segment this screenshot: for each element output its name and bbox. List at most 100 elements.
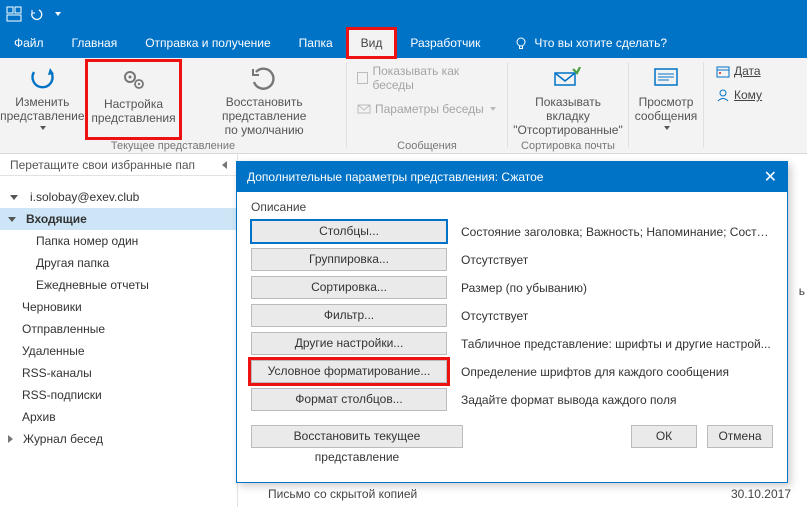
tab-sendreceive[interactable]: Отправка и получение <box>131 28 284 58</box>
tell-me-label: Что вы хотите сделать? <box>534 28 667 58</box>
tab-file[interactable]: Файл <box>0 28 58 58</box>
arrange-by-to-button[interactable]: Кому <box>712 86 766 104</box>
dialog-option-button[interactable]: Формат столбцов... <box>251 388 447 411</box>
folder-label: Черновики <box>22 300 82 314</box>
person-icon <box>716 88 730 102</box>
folder-label: Папка номер один <box>36 234 138 248</box>
dialog-option-row: Другие настройки... Табличное представлен… <box>251 332 773 355</box>
conversation-icon <box>357 102 371 116</box>
folder-item[interactable]: Черновики <box>0 296 237 318</box>
folder-item[interactable]: Журнал бесед <box>0 428 237 450</box>
dialog-option-row: Фильтр... Отсутствует <box>251 304 773 327</box>
caret-open-icon <box>10 195 18 200</box>
gear-icon <box>117 64 149 96</box>
qat-dropdown-icon[interactable] <box>50 6 66 22</box>
folder-label: Архив <box>22 410 56 424</box>
show-focused-tab-button[interactable]: Показывать вкладку "Отсортированные" <box>513 62 622 137</box>
folder-label: Другая папка <box>36 256 109 270</box>
dialog-option-button[interactable]: Фильтр... <box>251 304 447 327</box>
advanced-view-settings-dialog: Дополнительные параметры представления: … <box>236 161 788 483</box>
dialog-option-desc: Задайте формат вывода каждого поля <box>461 393 773 407</box>
favorites-bar[interactable]: Перетащите свои избранные пап <box>0 154 237 176</box>
dialog-option-button[interactable]: Столбцы... <box>251 220 447 243</box>
cancel-button[interactable]: Отмена <box>707 425 773 448</box>
chevron-left-icon[interactable] <box>222 161 227 169</box>
ok-button[interactable]: ОК <box>631 425 697 448</box>
dialog-option-desc: Табличное представление: шрифты и другие… <box>461 337 773 351</box>
folder-item[interactable]: RSS-подписки <box>0 384 237 406</box>
caret-open-icon <box>8 217 16 222</box>
tab-home[interactable]: Главная <box>58 28 132 58</box>
ribbon-tabs: Файл Главная Отправка и получение Папка … <box>0 28 807 58</box>
reset-view-icon <box>248 62 280 94</box>
message-date: 30.10.2017 <box>731 487 791 501</box>
group-label-messages: Сообщения <box>347 140 507 152</box>
dialog-option-desc: Отсутствует <box>461 253 773 267</box>
restore-view-button[interactable]: Восстановить текущее представление <box>251 425 463 448</box>
change-view-button[interactable]: Изменить представление <box>1 62 84 137</box>
folder-item[interactable]: Другая папка <box>0 252 237 274</box>
conversation-settings-button: Параметры беседы <box>353 100 500 118</box>
reset-view-button[interactable]: Восстановить представление по умолчанию <box>183 62 345 137</box>
dialog-option-desc: Определение шрифтов для каждого сообщени… <box>461 365 773 379</box>
folder-item[interactable]: Удаленные <box>0 340 237 362</box>
folder-item[interactable]: Входящие <box>0 208 237 230</box>
dialog-option-row: Группировка... Отсутствует <box>251 248 773 271</box>
folder-label: Журнал бесед <box>23 432 103 446</box>
message-preview-button[interactable]: Просмотр сообщения <box>630 62 702 130</box>
close-icon[interactable]: ✕ <box>764 167 777 187</box>
folder-item[interactable]: Отправленные <box>0 318 237 340</box>
folder-item[interactable]: Папка номер один <box>0 230 237 252</box>
tab-folder[interactable]: Папка <box>285 28 347 58</box>
folder-label: RSS-каналы <box>22 366 92 380</box>
checkbox-icon <box>357 72 368 84</box>
dialog-option-row: Сортировка... Размер (по убыванию) <box>251 276 773 299</box>
chevron-down-icon <box>40 126 46 130</box>
message-row[interactable]: Письмо со скрытой копией 30.10.2017 <box>268 487 791 501</box>
group-label-current-view: Текущее представление <box>0 140 346 152</box>
group-label-sort: Сортировка почты <box>508 140 628 152</box>
dialog-option-button[interactable]: Другие настройки... <box>251 332 447 355</box>
folder-pane: Перетащите свои избранные пап i.solobay@… <box>0 154 238 507</box>
dialog-option-button[interactable]: Группировка... <box>251 248 447 271</box>
dialog-option-desc: Состояние заголовка; Важность; Напоминан… <box>461 225 773 239</box>
chevron-down-icon <box>664 126 670 130</box>
view-settings-button[interactable]: Настройка представления <box>88 62 179 137</box>
dialog-option-row: Столбцы... Состояние заголовка; Важность;… <box>251 220 773 243</box>
undo-icon[interactable] <box>28 6 44 22</box>
truncated-text: ь <box>799 284 805 298</box>
bulb-icon <box>514 36 528 50</box>
folder-label: Входящие <box>26 212 87 226</box>
dialog-option-desc: Размер (по убыванию) <box>461 281 773 295</box>
preview-icon <box>650 62 682 94</box>
dialog-option-button[interactable]: Сортировка... <box>251 276 447 299</box>
app-icon <box>6 6 22 22</box>
focused-icon <box>552 62 584 94</box>
dialog-option-row: Условное форматирование... Определение шр… <box>251 360 773 383</box>
tab-view[interactable]: Вид <box>347 28 397 58</box>
quick-access-toolbar <box>0 0 807 28</box>
change-view-icon <box>26 62 58 94</box>
tell-me[interactable]: Что вы хотите сделать? <box>500 28 681 58</box>
ribbon: Изменить представление Настройка предста… <box>0 58 807 154</box>
chevron-down-icon <box>490 107 496 111</box>
folder-item[interactable]: Архив <box>0 406 237 428</box>
caret-closed-icon <box>8 435 13 443</box>
dialog-title: Дополнительные параметры представления: … <box>247 170 543 184</box>
folder-label: RSS-подписки <box>22 388 102 402</box>
folder-item[interactable]: Ежедневные отчеты <box>0 274 237 296</box>
folder-label: Отправленные <box>22 322 105 336</box>
account-header[interactable]: i.solobay@exev.club <box>0 186 237 208</box>
message-subject: Письмо со скрытой копией <box>268 487 417 501</box>
tab-developer[interactable]: Разработчик <box>396 28 494 58</box>
section-label: Описание <box>251 200 773 214</box>
arrange-by-date-button[interactable]: Дата <box>712 62 765 80</box>
dialog-option-desc: Отсутствует <box>461 309 773 323</box>
show-as-conversations-checkbox: Показывать как беседы <box>353 62 501 94</box>
dialog-option-button[interactable]: Условное форматирование... <box>251 360 447 383</box>
folder-label: Удаленные <box>22 344 85 358</box>
calendar-icon <box>716 64 730 78</box>
dialog-titlebar: Дополнительные параметры представления: … <box>237 162 787 192</box>
folder-label: Ежедневные отчеты <box>36 278 149 292</box>
folder-item[interactable]: RSS-каналы <box>0 362 237 384</box>
